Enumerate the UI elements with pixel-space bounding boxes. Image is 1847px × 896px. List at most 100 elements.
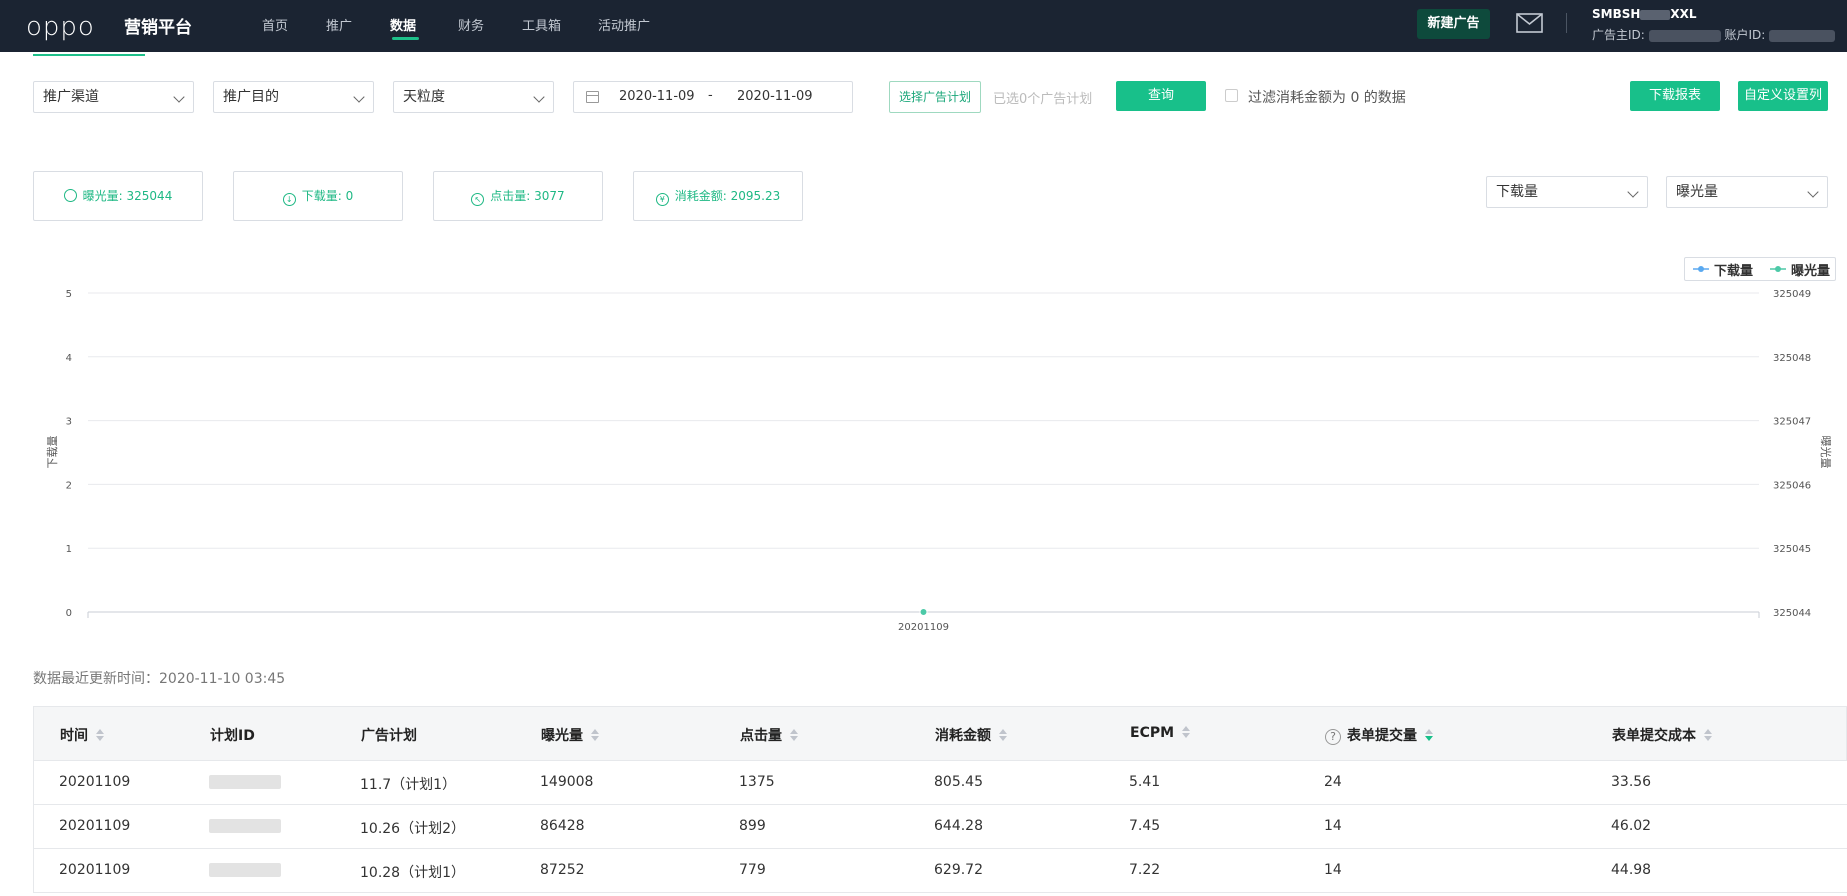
cell-form-cost: 46.02	[1611, 818, 1652, 834]
channel-select[interactable]: 推广渠道	[33, 81, 194, 113]
impressions-value: 曝光量: 325044	[82, 189, 173, 203]
x-tick-label: 20201109	[898, 622, 949, 633]
cell-impressions: 149008	[540, 774, 594, 790]
masked-account-id	[1769, 29, 1836, 42]
y-tick-label-right: 325046	[1773, 480, 1811, 491]
channel-select-value: 推广渠道	[43, 89, 99, 105]
nav-toolbox[interactable]: 工具箱	[522, 15, 561, 34]
masked-advertiser-id	[1648, 29, 1721, 42]
custom-columns-button[interactable]: 自定义设置列	[1738, 81, 1828, 111]
col-form-cost-label: 表单提交成本	[1612, 728, 1696, 744]
col-ecpm[interactable]: ECPM	[1130, 725, 1191, 741]
col-impressions[interactable]: 曝光量	[541, 725, 599, 745]
account-name-prefix: SMBSH	[1592, 7, 1641, 21]
table-row[interactable]: 20201109 11.7（计划1） 149008 1375 805.45 5.41 24 3…	[33, 761, 1847, 805]
table-header: 时间 计划ID 广告计划 曝光量 点击量 消耗金额 ECPM ? 表单提交量 表单…	[33, 706, 1847, 761]
spend-value: 消耗金额: 2095.23	[674, 189, 781, 203]
date-range-picker[interactable]: 2020-11-09 - 2020-11-09	[573, 81, 853, 113]
purpose-select[interactable]: 推广目的	[213, 81, 374, 113]
cell-form-cost: 44.98	[1611, 862, 1652, 878]
nav-data[interactable]: 数据	[390, 15, 416, 34]
chevron-down-icon	[173, 91, 185, 103]
cell-ad-plan: 10.26（计划2）	[360, 821, 465, 837]
mail-icon[interactable]	[1516, 13, 1543, 33]
nav-active-indicator	[392, 37, 419, 40]
sort-icon[interactable]	[790, 729, 798, 741]
col-ecpm-label: ECPM	[1130, 725, 1175, 741]
right-axis-metric-value: 曝光量	[1676, 184, 1718, 200]
sort-icon[interactable]	[1182, 726, 1191, 738]
cell-plan-id	[209, 818, 281, 834]
table-row[interactable]: 20201109 10.28（计划1） 87252 779 629.72 7.22 14 44…	[33, 849, 1847, 893]
col-impressions-label: 曝光量	[541, 728, 583, 744]
calendar-icon	[586, 91, 599, 103]
date-start[interactable]: 2020-11-09	[619, 89, 695, 104]
granularity-select[interactable]: 天粒度	[393, 81, 554, 113]
masked-plan-id	[209, 863, 281, 877]
y-axis-label-right: 曝光量	[1819, 436, 1833, 469]
cell-clicks: 1375	[739, 774, 775, 790]
downloads-card[interactable]: ↓ 下载量: 0	[233, 171, 403, 221]
cell-plan-id	[209, 862, 281, 878]
nav-campaign-promotion[interactable]: 活动推广	[598, 15, 650, 34]
nav-home[interactable]: 首页	[262, 15, 288, 34]
col-clicks-label: 点击量	[740, 728, 782, 744]
date-end[interactable]: 2020-11-09	[737, 89, 813, 104]
impressions-card[interactable]: 曝光量: 325044	[33, 171, 203, 221]
cell-clicks: 779	[739, 862, 766, 878]
cell-ecpm: 7.45	[1129, 818, 1161, 834]
filter-zero-label[interactable]: 过滤消耗金额为 0 的数据	[1248, 87, 1406, 107]
y-tick-label-left: 5	[66, 289, 72, 300]
date-separator: -	[708, 88, 713, 103]
col-spend[interactable]: 消耗金额	[935, 725, 1007, 745]
cell-impressions: 86428	[540, 818, 585, 834]
cell-time: 20201109	[59, 774, 131, 790]
col-plan-id: 计划ID	[210, 728, 255, 744]
col-form-submissions-label: 表单提交量	[1347, 728, 1417, 744]
filter-zero-checkbox[interactable]	[1225, 89, 1238, 102]
advertiser-id-label: 广告主ID:	[1592, 28, 1645, 42]
oppo-logo[interactable]: oppo	[26, 12, 95, 42]
cell-impressions: 87252	[540, 862, 585, 878]
y-tick-label-left: 4	[66, 353, 72, 364]
y-tick-label-right: 325045	[1773, 544, 1811, 555]
right-axis-metric-select[interactable]: 曝光量	[1666, 176, 1828, 208]
col-form-submissions[interactable]: ? 表单提交量	[1325, 725, 1433, 745]
new-ad-button[interactable]: 新建广告	[1417, 9, 1490, 39]
spend-card[interactable]: ¥ 消耗金额: 2095.23	[633, 171, 803, 221]
chevron-down-icon	[353, 91, 365, 103]
cell-ad-plan: 11.7（计划1）	[360, 777, 457, 793]
select-plan-button[interactable]: 选择广告计划	[889, 81, 981, 113]
help-icon[interactable]: ?	[1325, 729, 1341, 745]
data-table: 时间 计划ID 广告计划 曝光量 点击量 消耗金额 ECPM ? 表单提交量 表单…	[33, 706, 1847, 893]
download-report-button[interactable]: 下载报表	[1630, 81, 1720, 111]
chevron-down-icon	[1807, 186, 1819, 198]
downloads-value: 下载量: 0	[301, 189, 354, 203]
y-axis-label-left: 下载量	[46, 436, 59, 469]
query-button[interactable]: 查询	[1116, 81, 1206, 111]
sort-icon[interactable]	[999, 729, 1007, 741]
col-form-cost[interactable]: 表单提交成本	[1612, 725, 1712, 745]
table-row[interactable]: 20201109 10.26（计划2） 86428 899 644.28 7.45 14 46…	[33, 805, 1847, 849]
nav-promotion[interactable]: 推广	[326, 15, 352, 34]
y-tick-label-right: 325049	[1773, 289, 1811, 300]
dual-axis-line-chart: 0 1 2 3 4 5 325044 325045 325046 325047 325048 3250…	[46, 289, 1833, 633]
nav-finance[interactable]: 财务	[458, 15, 484, 34]
divider	[1566, 13, 1567, 33]
cell-form-submissions: 14	[1324, 862, 1342, 878]
sort-icon[interactable]	[1704, 729, 1712, 741]
account-name[interactable]: SMBSH XXL	[1592, 7, 1697, 21]
masked-plan-id	[209, 775, 281, 789]
selected-plan-count: 已选0个广告计划	[993, 92, 1093, 107]
left-axis-metric-select[interactable]: 下载量	[1486, 176, 1648, 208]
col-clicks[interactable]: 点击量	[740, 725, 798, 745]
col-time[interactable]: 时间	[60, 725, 104, 745]
sort-icon[interactable]	[591, 729, 599, 741]
table-body: 20201109 11.7（计划1） 149008 1375 805.45 5.41 24 3…	[33, 761, 1847, 893]
clicks-card[interactable]: ↖ 点击量: 3077	[433, 171, 603, 221]
data-point-impressions	[919, 608, 928, 616]
sort-icon[interactable]	[1425, 729, 1433, 741]
cell-form-submissions: 24	[1324, 774, 1342, 790]
sort-icon[interactable]	[96, 729, 104, 741]
y-tick-label-right: 325044	[1773, 608, 1811, 619]
